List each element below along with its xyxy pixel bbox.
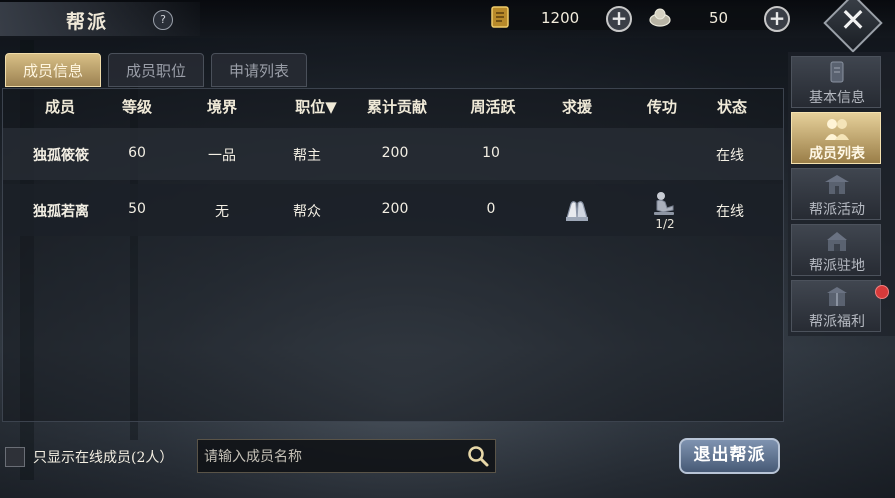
sidebar-item-guild-welfare[interactable]: 帮派福利 — [791, 280, 881, 332]
pavilion-icon — [825, 175, 849, 194]
transfer-count: 1/2 — [655, 217, 675, 231]
header-contribution: 累计贡献 — [366, 98, 427, 116]
add-silver-button[interactable]: + — [764, 6, 790, 32]
sort-down-icon: ▼ — [325, 98, 337, 116]
member-search-box — [197, 439, 496, 473]
gold-scroll-icon — [491, 6, 509, 28]
sidebar-item-label: 帮派活动 — [809, 202, 865, 218]
fist-salute-icon[interactable] — [562, 196, 592, 224]
member-realm: 一品 — [208, 148, 236, 164]
meditate-icon[interactable] — [651, 190, 677, 218]
member-position: 帮主 — [293, 148, 321, 164]
member-status: 在线 — [716, 148, 744, 164]
silver-value: 50 — [709, 9, 729, 27]
member-level: 50 — [128, 201, 146, 217]
search-input[interactable] — [202, 445, 456, 469]
header-position-sort[interactable]: 职位▼ — [282, 96, 350, 117]
member-level: 60 — [128, 145, 146, 161]
header-transfer: 传功 — [646, 98, 677, 116]
table-row[interactable]: 独孤筱筱 60 一品 帮主 200 10 在线 — [3, 128, 783, 180]
members-icon — [825, 119, 849, 140]
add-gold-button[interactable]: + — [606, 6, 632, 32]
silver-ingot-icon — [649, 8, 671, 27]
sidebar-item-member-list[interactable]: 成员列表 — [791, 112, 881, 164]
member-weekly-active: 0 — [486, 201, 496, 217]
sidebar-item-basic-info[interactable]: 基本信息 — [791, 56, 881, 108]
info-icon — [830, 61, 844, 83]
tab-member-info[interactable]: 成员信息 — [5, 53, 101, 87]
online-only-checkbox[interactable] — [5, 447, 25, 467]
table-row[interactable]: 独孤若离 50 无 帮众 200 0 1/2 在线 — [3, 184, 783, 236]
header-level: 等级 — [121, 98, 152, 116]
member-contribution: 200 — [381, 145, 409, 161]
sidebar-item-guild-activity[interactable]: 帮派活动 — [791, 168, 881, 220]
member-contribution: 200 — [381, 201, 409, 217]
sidebar-item-label: 帮派驻地 — [809, 258, 865, 274]
header-weekly-active: 周活跃 — [470, 98, 516, 116]
header-status: 状态 — [716, 98, 747, 116]
sidebar-item-guild-base[interactable]: 帮派驻地 — [791, 224, 881, 276]
sidebar-item-label: 帮派福利 — [809, 314, 865, 330]
sidebar-item-label: 基本信息 — [809, 90, 865, 106]
header-help: 求援 — [561, 98, 592, 116]
member-position: 帮众 — [293, 204, 321, 220]
header-member: 成员 — [44, 98, 75, 116]
header-position: 职位 — [295, 98, 326, 116]
member-realm: 无 — [215, 204, 229, 220]
header-realm: 境界 — [206, 98, 237, 116]
table-header: 成员 等级 境界 职位▼ 累计贡献 周活跃 求援 传功 状态 — [2, 90, 782, 122]
question-icon[interactable]: ? — [153, 10, 173, 30]
page-title: 帮派 — [66, 11, 109, 33]
online-only-label: 只显示在线成员(2人） — [33, 450, 174, 466]
tab-application-list[interactable]: 申请列表 — [211, 53, 307, 87]
tab-member-position[interactable]: 成员职位 — [108, 53, 204, 87]
close-icon[interactable]: ✕ — [835, 1, 871, 39]
member-name: 独孤筱筱 — [33, 148, 89, 164]
quit-guild-button[interactable]: 退出帮派 — [679, 438, 780, 474]
search-icon[interactable] — [466, 444, 490, 468]
castle-icon — [827, 232, 847, 251]
member-name: 独孤若离 — [33, 204, 89, 220]
gift-icon — [827, 287, 847, 306]
gold-value: 1200 — [541, 9, 580, 27]
member-weekly-active: 10 — [482, 145, 500, 161]
notification-badge — [875, 285, 889, 299]
sidebar-item-label: 成员列表 — [809, 146, 865, 162]
member-status: 在线 — [716, 204, 744, 220]
